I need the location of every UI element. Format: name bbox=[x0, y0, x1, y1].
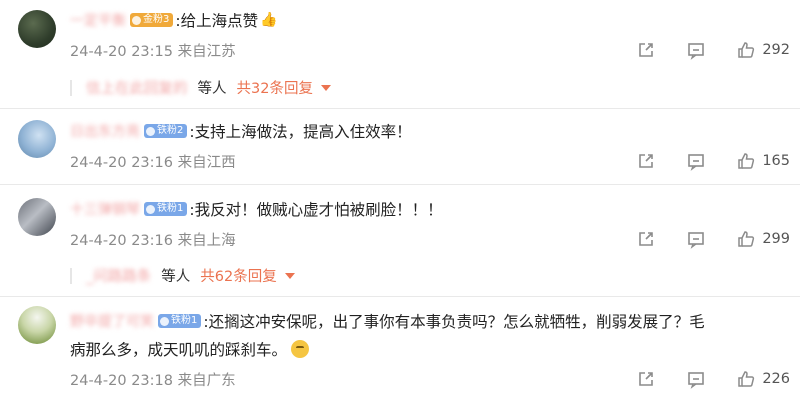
username[interactable]: 一定平衡 bbox=[70, 10, 126, 30]
like-count: 292 bbox=[762, 42, 790, 58]
fan-badge[interactable]: 铁粉1 bbox=[144, 202, 188, 216]
fan-badge[interactable]: 金粉3 bbox=[130, 13, 174, 27]
share-icon[interactable] bbox=[636, 151, 656, 171]
username[interactable]: 十三弹钢琴 bbox=[70, 199, 140, 219]
avatar[interactable] bbox=[18, 306, 56, 344]
badge-label: 铁粉1 bbox=[171, 315, 198, 326]
reply-divider bbox=[70, 267, 72, 284]
thumbs-up-icon[interactable] bbox=[736, 229, 756, 249]
comment-header: 一定平衡 金粉3 :给上海点赞 👍 bbox=[70, 9, 278, 31]
comment-actions: 165 bbox=[636, 151, 790, 171]
avatar[interactable] bbox=[18, 10, 56, 48]
comment-text: :给上海点赞 bbox=[175, 12, 259, 30]
comment-meta: 24-4-20 23:16 来自江西 bbox=[70, 151, 236, 172]
comment-header: 野卒提了可笑 铁粉1 :还搁这冲安保呢，出了事你有本事负责吗？怎么就牺牲，削弱发… bbox=[70, 310, 705, 332]
avatar[interactable] bbox=[18, 120, 56, 158]
comment-text: :还搁这冲安保呢，出了事你有本事负责吗？怎么就牺牲，削弱发展了？毛 bbox=[203, 313, 705, 331]
like-count: 226 bbox=[762, 371, 790, 387]
share-icon[interactable] bbox=[636, 369, 656, 389]
comment-icon[interactable] bbox=[686, 229, 706, 249]
comment-header: 十三弹钢琴 铁粉1 :我反对！做贼心虚才怕被刷脸！！！ bbox=[70, 198, 443, 220]
badge-icon bbox=[160, 316, 169, 326]
avatar[interactable] bbox=[18, 198, 56, 236]
location: 来自上海 bbox=[177, 233, 236, 249]
comment-meta: 24-4-20 23:15 来自江苏 bbox=[70, 40, 236, 61]
badge-label: 金粉3 bbox=[143, 14, 170, 25]
reply-preview[interactable]: _问路路条 等人 共62条回复 bbox=[70, 265, 295, 286]
badge-label: 铁粉1 bbox=[157, 203, 184, 214]
timestamp: 24-4-20 23:18 bbox=[70, 373, 173, 389]
location: 来自江苏 bbox=[177, 44, 236, 60]
comment-text: :支持上海做法，提高入住效率！ bbox=[189, 123, 412, 141]
timestamp: 24-4-20 23:16 bbox=[70, 155, 173, 171]
like-count: 299 bbox=[762, 231, 790, 247]
location: 来自广东 bbox=[177, 373, 236, 389]
reply-username[interactable]: 信上在此回复的 bbox=[86, 77, 188, 98]
comment-meta: 24-4-20 23:16 来自上海 bbox=[70, 229, 236, 250]
badge-icon bbox=[132, 15, 141, 25]
reply-username[interactable]: _问路路条 bbox=[86, 265, 151, 286]
timestamp: 24-4-20 23:15 bbox=[70, 44, 173, 60]
reply-label: 等人 bbox=[161, 269, 191, 285]
like-count: 165 bbox=[762, 153, 790, 169]
divider bbox=[0, 296, 800, 297]
caret-down-icon[interactable] bbox=[284, 272, 295, 279]
location: 来自江西 bbox=[177, 155, 236, 171]
badge-icon bbox=[146, 126, 155, 136]
thumbs-up-icon[interactable] bbox=[736, 40, 756, 60]
comment-icon[interactable] bbox=[686, 40, 706, 60]
timestamp: 24-4-20 23:16 bbox=[70, 233, 173, 249]
divider bbox=[0, 184, 800, 185]
username[interactable]: 野卒提了可笑 bbox=[70, 311, 154, 331]
caret-down-icon[interactable] bbox=[320, 84, 331, 91]
thumbs-up-icon[interactable] bbox=[736, 151, 756, 171]
thumbs-up-emoji: 👍 bbox=[260, 12, 278, 28]
reply-count-link[interactable]: 共32条回复 bbox=[237, 77, 313, 98]
thumbs-up-icon[interactable] bbox=[736, 369, 756, 389]
reply-divider bbox=[70, 79, 72, 96]
comment-actions: 299 bbox=[636, 229, 790, 249]
divider bbox=[0, 108, 800, 109]
comment-header: 日出东方亮 铁粉2 :支持上海做法，提高入住效率！ bbox=[70, 120, 412, 142]
reply-label: 等人 bbox=[197, 81, 227, 97]
fan-badge[interactable]: 铁粉1 bbox=[158, 314, 202, 328]
username[interactable]: 日出东方亮 bbox=[70, 121, 140, 141]
comment-actions: 226 bbox=[636, 369, 790, 389]
fan-badge[interactable]: 铁粉2 bbox=[144, 124, 188, 138]
reply-preview[interactable]: 信上在此回复的 等人 共32条回复 bbox=[70, 77, 331, 98]
share-icon[interactable] bbox=[636, 229, 656, 249]
shh-face-emoji bbox=[291, 340, 310, 358]
reply-count-link[interactable]: 共62条回复 bbox=[200, 265, 276, 286]
comment-meta: 24-4-20 23:18 来自广东 bbox=[70, 369, 236, 390]
comment-icon[interactable] bbox=[686, 151, 706, 171]
comment-text: 病那么多，成天叽叽的踩刹车。 bbox=[70, 341, 288, 359]
comment-text: :我反对！做贼心虚才怕被刷脸！！！ bbox=[189, 201, 443, 219]
badge-icon bbox=[146, 204, 155, 214]
badge-label: 铁粉2 bbox=[157, 125, 184, 136]
share-icon[interactable] bbox=[636, 40, 656, 60]
comment-icon[interactable] bbox=[686, 369, 706, 389]
comment-text-continued: 病那么多，成天叽叽的踩刹车。 bbox=[70, 338, 310, 360]
comment-actions: 292 bbox=[636, 40, 790, 60]
